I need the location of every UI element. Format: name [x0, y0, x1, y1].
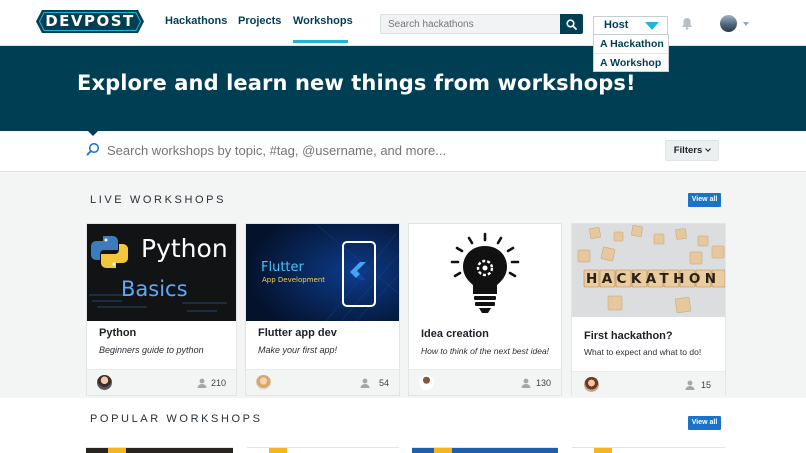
workshop-card-first-hackathon[interactable]: HACKATHON First hackathon? What to expec…: [571, 223, 726, 397]
popular-workshops-title: POPULAR WORKSHOPS: [90, 413, 263, 425]
search-button[interactable]: [560, 14, 583, 34]
popular-view-all-button[interactable]: View all: [688, 416, 721, 430]
ribbon-icon: [434, 448, 452, 453]
host-dropdown-menu: A Hackathon A Workshop: [593, 34, 669, 72]
card-title: First hackathon?: [584, 330, 673, 342]
live-workshops-title: LIVE WORKSHOPS: [90, 194, 227, 206]
active-nav-indicator: [293, 40, 348, 43]
popular-card[interactable]: [86, 447, 233, 453]
attendee-count: 15: [700, 380, 711, 390]
live-view-all-button[interactable]: View all: [688, 193, 721, 207]
user-avatar[interactable]: [720, 15, 737, 32]
card-title: Flutter app dev: [258, 327, 337, 339]
filters-button[interactable]: Filters: [665, 140, 719, 161]
ribbon-icon: [108, 448, 126, 453]
attendee-count: 130: [535, 378, 551, 388]
attendees-icon: [685, 380, 695, 390]
host-menu-item-workshop[interactable]: A Workshop: [594, 53, 668, 71]
host-avatar: [97, 375, 112, 390]
hackathon-search-input[interactable]: [380, 14, 560, 34]
logo-text: DEVPOST: [45, 12, 135, 30]
workshop-card-python[interactable]: Python Basics Python Beginners guide to …: [86, 223, 237, 396]
nav-workshops[interactable]: Workshops: [293, 15, 353, 27]
card-title: Python: [99, 327, 137, 339]
ribbon-icon: [594, 448, 612, 453]
card-thumbnail: HACKATHON: [572, 224, 725, 317]
user-menu-caret-icon[interactable]: [743, 22, 749, 26]
thumb-text-flutter: Flutter: [261, 260, 304, 275]
host-label: Host: [604, 19, 629, 31]
chevron-down-icon: [705, 146, 712, 152]
card-subtitle: How to think of the next best idea!: [421, 346, 550, 356]
card-footer: 15: [572, 371, 725, 397]
hero-banner: Explore and learn new things from worksh…: [0, 46, 806, 131]
hackathon-search: [380, 14, 583, 34]
nav-projects[interactable]: Projects: [238, 15, 281, 27]
search-icon: [86, 142, 100, 161]
card-title: Idea creation: [421, 328, 489, 340]
host-avatar: [584, 377, 599, 392]
thumb-text-python: Python: [141, 234, 228, 263]
popular-section: [0, 398, 806, 453]
popular-card[interactable]: [572, 447, 725, 453]
card-subtitle: Make your first app!: [258, 345, 338, 355]
attendees-icon: [197, 378, 207, 388]
host-menu-item-hackathon[interactable]: A Hackathon: [594, 35, 668, 53]
card-footer: 210: [87, 369, 236, 395]
hero-title: Explore and learn new things from worksh…: [77, 71, 636, 95]
nav-hackathons[interactable]: Hackathons: [165, 15, 227, 27]
card-thumbnail: [409, 224, 561, 323]
host-avatar: [419, 375, 434, 390]
card-thumbnail: Python Basics: [87, 224, 236, 321]
attendees-icon: [360, 378, 370, 388]
thumb-text-hackathon: HACKATHON: [586, 271, 721, 287]
attendee-count: 210: [210, 378, 226, 388]
host-dropdown-button[interactable]: Host: [593, 16, 668, 35]
hero-notch: [88, 131, 98, 136]
ribbon-icon: [269, 448, 287, 453]
devpost-logo[interactable]: DEVPOST: [36, 10, 144, 33]
card-footer: 130: [409, 369, 561, 395]
attendee-count: 54: [378, 378, 389, 388]
bell-icon: [682, 18, 692, 30]
popular-card[interactable]: [412, 447, 558, 453]
thumb-text-app-development: App Development: [262, 276, 326, 284]
notifications-bell[interactable]: [681, 17, 693, 35]
thumb-text-basics: Basics: [121, 277, 188, 301]
attendees-icon: [521, 378, 531, 388]
card-subtitle: What to expect and what to do!: [584, 347, 702, 357]
filters-label: Filters: [673, 145, 703, 156]
workshop-card-idea-creation[interactable]: Idea creation How to think of the next b…: [408, 223, 562, 396]
workshop-card-flutter[interactable]: Flutter App Development Flutter app dev …: [245, 223, 400, 396]
search-icon: [566, 18, 577, 30]
caret-down-icon: [645, 22, 659, 30]
host-avatar: [256, 375, 271, 390]
card-subtitle: Beginners guide to python: [99, 345, 204, 355]
card-thumbnail: Flutter App Development: [246, 224, 399, 321]
popular-card[interactable]: [247, 447, 399, 453]
top-navbar: DEVPOST Hackathons Projects Workshops Ho…: [0, 0, 806, 46]
workshop-search-input[interactable]: [107, 142, 647, 159]
card-footer: 54: [246, 369, 399, 395]
lightbulb-icon: [450, 232, 520, 313]
